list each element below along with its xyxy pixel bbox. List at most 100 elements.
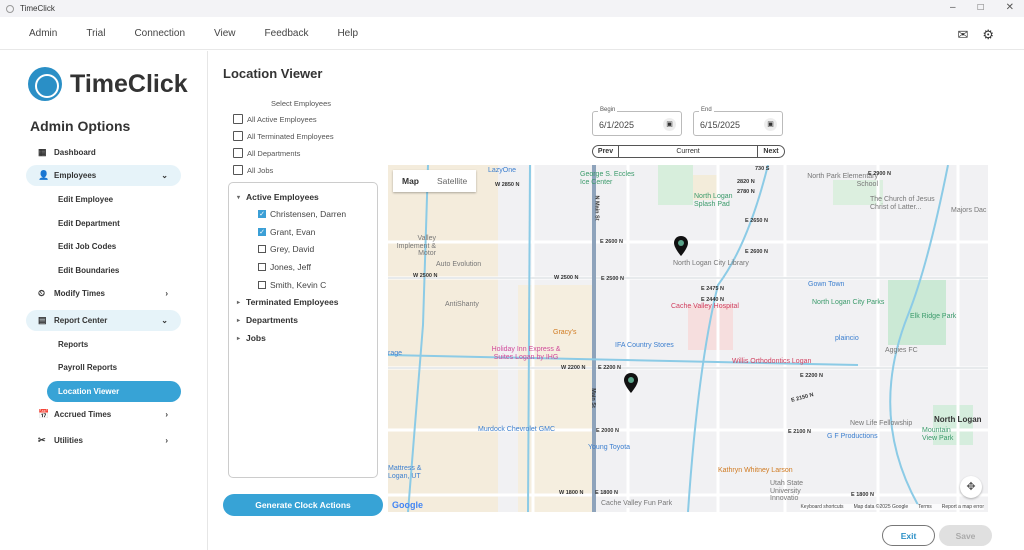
map-label: E 2600 N xyxy=(600,239,623,245)
tree-employee[interactable]: Jones, Jeff xyxy=(258,262,311,272)
checkbox[interactable] xyxy=(258,245,266,253)
page-title: Location Viewer xyxy=(223,66,323,81)
map-label: W 2500 N xyxy=(554,275,579,281)
map-label: Cache Valley Hospital xyxy=(671,303,739,310)
menu-view[interactable]: View xyxy=(214,28,236,39)
mail-icon[interactable]: ✉ xyxy=(957,27,968,43)
map-label: W 2200 N xyxy=(561,365,586,371)
tree-node-departments[interactable]: ▸ Departments xyxy=(237,315,298,325)
tree-employee[interactable]: ✓ Grant, Evan xyxy=(258,227,315,237)
sidebar-item-accrued-times[interactable]: 📅 Accrued Times › xyxy=(26,404,181,425)
sidebar-item-reports[interactable]: Reports xyxy=(47,334,181,355)
all-departments-checkbox[interactable]: All Departments xyxy=(233,148,300,158)
begin-date-field[interactable]: Begin 6/1/2025 ▣ xyxy=(592,107,682,136)
map-tab[interactable]: Map xyxy=(393,170,428,192)
map-label: N Main St xyxy=(593,195,600,221)
sidebar-item-edit-department[interactable]: Edit Department xyxy=(47,213,181,234)
map-label: E 2200 N xyxy=(598,365,621,371)
map-label: Utah State University Innovatio xyxy=(770,480,804,503)
map-label: 2820 N xyxy=(737,179,755,185)
map-label: Main St xyxy=(589,388,596,408)
map-label: plaincio xyxy=(835,335,859,342)
chevron-down-icon: ⌄ xyxy=(161,171,168,180)
map[interactable]: Map Satellite LazyOne George S. Eccles I… xyxy=(388,165,988,512)
menu-trial[interactable]: Trial xyxy=(86,28,105,39)
current-button[interactable]: Current xyxy=(619,146,758,157)
tree-node-jobs[interactable]: ▸ Jobs xyxy=(237,333,266,343)
map-data-text: Map data ©2025 Google xyxy=(853,504,909,510)
map-label: E 1800 N xyxy=(595,490,618,496)
sidebar-item-employees[interactable]: 👤 Employees ⌄ xyxy=(26,165,181,186)
location-pin-icon[interactable] xyxy=(673,235,689,257)
sidebar-item-edit-employee[interactable]: Edit Employee xyxy=(47,189,181,210)
sidebar-item-payroll-reports[interactable]: Payroll Reports xyxy=(47,357,181,378)
checkbox-checked[interactable]: ✓ xyxy=(258,210,266,218)
exit-button[interactable]: Exit xyxy=(882,525,935,546)
next-button[interactable]: Next xyxy=(758,146,784,157)
save-button[interactable]: Save xyxy=(939,525,992,546)
terms-link[interactable]: Terms xyxy=(918,504,932,510)
all-active-checkbox[interactable]: All Active Employees xyxy=(233,114,317,124)
tree-node-active-employees[interactable]: ▾ Active Employees xyxy=(237,192,319,202)
map-label: North Logan xyxy=(934,415,982,424)
map-label: Valley Implement & Motor xyxy=(396,235,436,258)
minimize-button[interactable]: – xyxy=(950,2,956,13)
tools-icon: ✂ xyxy=(38,435,46,445)
caret-down-icon: ▾ xyxy=(237,194,241,201)
map-label: W 2500 N xyxy=(413,273,438,279)
map-label: AntiShanty xyxy=(445,301,479,308)
map-label: Kathryn Whitney Larson xyxy=(718,467,793,474)
calendar-icon[interactable]: ▣ xyxy=(663,118,676,131)
location-pin-icon[interactable] xyxy=(623,372,639,394)
report-icon: ▤ xyxy=(38,315,47,325)
tree-employee[interactable]: Grey, David xyxy=(258,244,314,254)
map-label: W 1800 N xyxy=(559,490,584,496)
menu-help[interactable]: Help xyxy=(337,28,358,39)
map-label: Auto Evolution xyxy=(436,261,482,268)
tree-employee[interactable]: ✓ Christensen, Darren xyxy=(258,209,346,219)
sidebar-item-dashboard[interactable]: ▦ Dashboard xyxy=(26,142,181,163)
employee-tree: ▾ Active Employees ✓ Christensen, Darren ✓… xyxy=(228,182,378,478)
sidebar-item-report-center[interactable]: ▤ Report Center ⌄ xyxy=(26,310,181,331)
keyboard-shortcuts-link[interactable]: Keyboard shortcuts xyxy=(800,504,843,510)
calendar-icon[interactable]: ▣ xyxy=(764,118,777,131)
sidebar-item-utilities[interactable]: ✂ Utilities › xyxy=(26,430,181,451)
gear-icon[interactable]: ⚙ xyxy=(982,27,994,43)
checkbox[interactable] xyxy=(258,263,266,271)
close-button[interactable]: ✕ xyxy=(1006,2,1014,13)
map-label: North Logan City Library xyxy=(673,260,749,267)
prev-button[interactable]: Prev xyxy=(593,146,619,157)
map-label: E 2600 N xyxy=(745,249,768,255)
clock-check-icon xyxy=(28,67,62,101)
map-label: rage xyxy=(388,350,403,357)
generate-clock-actions-button[interactable]: Generate Clock Actions xyxy=(223,494,383,516)
menu-admin[interactable]: Admin xyxy=(29,28,57,39)
checkbox-checked[interactable]: ✓ xyxy=(258,228,266,236)
menu-feedback[interactable]: Feedback xyxy=(265,28,309,39)
map-label: Gracy's xyxy=(553,329,577,336)
map-label: New Life Fellowship xyxy=(850,420,913,427)
sidebar-item-modify-times[interactable]: ⏲ Modify Times › xyxy=(26,283,181,304)
menu-bar: Admin Trial Connection View Feedback Hel… xyxy=(0,17,1024,50)
all-jobs-checkbox[interactable]: All Jobs xyxy=(233,165,273,175)
chevron-right-icon: › xyxy=(165,410,168,419)
satellite-tab[interactable]: Satellite xyxy=(428,170,476,192)
menu-connection[interactable]: Connection xyxy=(134,28,185,39)
report-error-link[interactable]: Report a map error xyxy=(942,504,984,510)
sidebar-item-edit-job-codes[interactable]: Edit Job Codes xyxy=(47,236,181,257)
map-label: North Park Elementary School xyxy=(807,173,878,188)
select-employees-label: Select Employees xyxy=(271,99,332,108)
all-terminated-checkbox[interactable]: All Terminated Employees xyxy=(233,131,334,141)
tree-employee[interactable]: Smith, Kevin C xyxy=(258,280,326,290)
checkbox[interactable] xyxy=(258,281,266,289)
map-label: E 2200 N xyxy=(800,373,823,379)
sidebar-item-location-viewer[interactable]: Location Viewer xyxy=(47,381,181,402)
recenter-icon[interactable]: ✥ xyxy=(960,476,982,498)
sidebar-item-edit-boundaries[interactable]: Edit Boundaries xyxy=(47,260,181,281)
calendar-icon: 📅 xyxy=(38,409,50,419)
maximize-button[interactable]: □ xyxy=(978,2,984,13)
tree-node-terminated[interactable]: ▸ Terminated Employees xyxy=(237,297,338,307)
chevron-right-icon: › xyxy=(165,289,168,298)
end-date-field[interactable]: End 6/15/2025 ▣ xyxy=(693,107,783,136)
map-label: IFA Country Stores xyxy=(615,342,674,349)
